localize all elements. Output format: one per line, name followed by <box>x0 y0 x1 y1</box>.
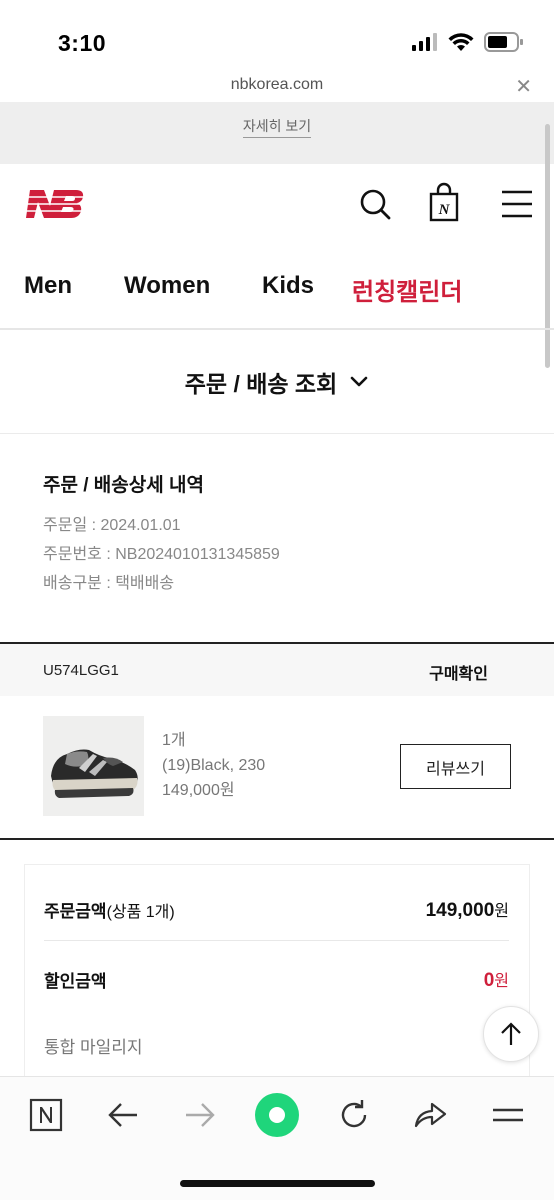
write-review-button[interactable]: 리뷰쓰기 <box>400 744 511 789</box>
product-image[interactable] <box>43 716 144 816</box>
order-amount-label: 주문금액 <box>44 902 107 921</box>
order-amount-sub: (상품 1개) <box>106 904 175 921</box>
delivery-type: 배송구분 : 택배배송 <box>43 575 175 592</box>
promo-banner: 자세히 보기 <box>0 102 554 164</box>
product-code: U574LGG1 <box>43 662 119 679</box>
status-bar: 3:10 <box>0 0 554 72</box>
nav-kids[interactable]: Kids <box>262 272 314 300</box>
page-title: 주문 / 배송 조회 <box>184 370 338 397</box>
chevron-down-icon <box>350 376 368 386</box>
purchase-status: 구매확인 <box>429 666 488 683</box>
hamburger-menu-icon[interactable] <box>500 188 534 220</box>
scroll-to-top-button[interactable] <box>483 1006 539 1062</box>
svg-text:N: N <box>438 202 451 218</box>
shopping-bag-icon[interactable]: N <box>428 182 460 222</box>
new-balance-logo[interactable] <box>22 186 86 222</box>
nav-men[interactable]: Men <box>24 272 72 300</box>
nav-women[interactable]: Women <box>124 272 210 300</box>
order-date: 주문일 : 2024.01.01 <box>43 517 181 534</box>
order-amount-row: 주문금액(상품 1개) 149,000원 <box>44 897 509 922</box>
menu-icon[interactable] <box>488 1095 528 1135</box>
site-header: N <box>0 164 554 254</box>
discount-number: 0 <box>483 970 495 991</box>
order-number: 주문번호 : NB2024010131345859 <box>43 546 280 563</box>
cellular-signal-icon <box>412 33 437 51</box>
discount-row: 할인금액 0원 <box>44 967 509 992</box>
order-amount-unit: 원 <box>494 903 509 920</box>
back-icon[interactable] <box>103 1095 143 1135</box>
url-bar[interactable]: nbkorea.com ✕ <box>0 72 554 102</box>
product-row: 1개 (19)Black, 230 149,000원 리뷰쓰기 <box>0 696 554 840</box>
close-icon[interactable]: ✕ <box>515 74 532 99</box>
status-time: 3:10 <box>58 30 107 56</box>
status-icons <box>412 32 524 52</box>
wifi-icon <box>448 32 474 51</box>
discount-label: 할인금액 <box>44 972 107 991</box>
battery-icon <box>484 32 523 52</box>
summary-divider <box>44 940 509 941</box>
nav-launch-calendar[interactable]: 런칭캘린더 <box>352 272 462 307</box>
order-details-heading: 주문 / 배송상세 내역 <box>43 475 204 496</box>
home-indicator[interactable] <box>180 1180 375 1187</box>
mileage-row: 통합 마일리지 0 <box>44 1033 509 1058</box>
product-header: U574LGG1 구매확인 <box>0 642 554 696</box>
naver-icon[interactable] <box>26 1095 66 1135</box>
product-quantity: 1개 <box>162 732 186 749</box>
order-amount-value: 149,000원 <box>426 897 509 922</box>
search-icon[interactable] <box>358 184 392 224</box>
forward-icon[interactable] <box>180 1095 220 1135</box>
main-nav: Men Women Kids 런칭캘린더 <box>0 254 554 330</box>
discount-unit: 원 <box>494 973 509 990</box>
page-title-dropdown[interactable]: 주문 / 배송 조회 <box>0 330 554 434</box>
mileage-label: 통합 마일리지 <box>44 1038 143 1057</box>
discount-value: 0원 <box>484 967 509 992</box>
refresh-icon[interactable] <box>334 1095 374 1135</box>
banner-details-link[interactable]: 자세히 보기 <box>242 118 312 138</box>
product-details: 1개 (19)Black, 230 149,000원 <box>162 728 265 803</box>
green-home-icon[interactable] <box>253 1091 301 1139</box>
order-details-section: 주문 / 배송상세 내역 주문일 : 2024.01.01 주문번호 : NB2… <box>43 470 523 598</box>
order-amount-number: 149,000 <box>425 900 495 921</box>
product-price: 149,000원 <box>162 782 235 799</box>
share-icon[interactable] <box>410 1095 450 1135</box>
product-option: (19)Black, 230 <box>162 757 266 774</box>
arrow-up-icon <box>501 1022 521 1045</box>
url-text[interactable]: nbkorea.com <box>0 76 554 94</box>
sneaker-image <box>43 716 144 816</box>
